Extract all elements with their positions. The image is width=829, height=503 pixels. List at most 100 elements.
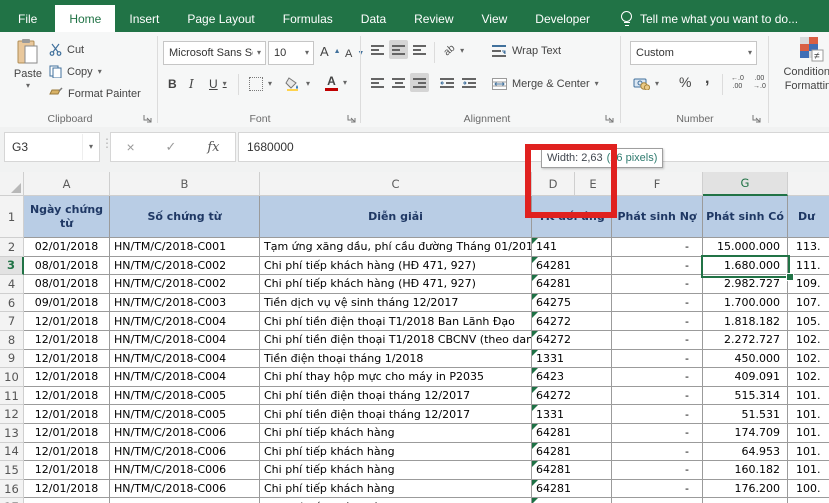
- cell-debit[interactable]: -: [612, 461, 703, 480]
- tab-formulas[interactable]: Formulas: [269, 5, 347, 32]
- tab-view[interactable]: View: [468, 5, 522, 32]
- cell-balance[interactable]: 102.: [788, 368, 829, 387]
- copy-button[interactable]: Copy ▾: [46, 61, 105, 82]
- row-header-15[interactable]: 15: [0, 461, 24, 480]
- cell-description[interactable]: Tiền dịch vụ vệ sinh tháng 12/2017: [260, 294, 532, 313]
- cell-date[interactable]: 12/01/2018: [24, 480, 110, 499]
- cell-credit[interactable]: 174.709: [703, 424, 788, 443]
- cell-date[interactable]: 12/01/2018: [24, 424, 110, 443]
- cell-debit[interactable]: -: [612, 312, 703, 331]
- cell-tk-account[interactable]: 64281: [532, 443, 612, 462]
- cell-balance[interactable]: 102.: [788, 350, 829, 369]
- decrease-indent-button[interactable]: [437, 73, 457, 94]
- cell-debit[interactable]: -: [612, 331, 703, 350]
- select-all-button[interactable]: [0, 172, 24, 196]
- cell-date[interactable]: 12/01/2018: [24, 461, 110, 480]
- cell-tk-account[interactable]: 64281: [532, 480, 612, 499]
- tab-review[interactable]: Review: [400, 5, 467, 32]
- grow-font-button[interactable]: A▲: [317, 41, 344, 62]
- cell-balance[interactable]: 101.: [788, 424, 829, 443]
- cut-button[interactable]: Cut: [46, 39, 87, 60]
- cell-credit[interactable]: 515.314: [703, 387, 788, 406]
- cell-debit[interactable]: -: [612, 350, 703, 369]
- align-left-button[interactable]: [368, 73, 387, 92]
- cell-debit[interactable]: -: [612, 424, 703, 443]
- cell-doc-number[interactable]: HN/TM/C/2018-C004: [110, 368, 260, 387]
- row-header-12[interactable]: 12: [0, 405, 24, 424]
- cell-tk-account[interactable]: 64272: [532, 387, 612, 406]
- cell-tk-account[interactable]: 64281: [532, 461, 612, 480]
- cell-date[interactable]: 12/01/2018: [24, 387, 110, 406]
- fill-handle[interactable]: [786, 273, 794, 281]
- cancel-button[interactable]: ×: [126, 139, 134, 155]
- percent-style-button[interactable]: %: [676, 71, 694, 92]
- align-bottom-button[interactable]: [410, 40, 429, 59]
- cell-credit[interactable]: 1.700.000: [703, 294, 788, 313]
- cell-balance[interactable]: 111.: [788, 257, 829, 276]
- cell-tk-account[interactable]: 1331: [532, 350, 612, 369]
- header-cell-a1[interactable]: Ngày chứng từ: [24, 196, 110, 238]
- cell-doc-number[interactable]: HN/TM/C/2018-C002: [110, 275, 260, 294]
- cell-doc-number[interactable]: HN/TM/C/2018-C003: [110, 294, 260, 313]
- cell-date[interactable]: 12/01/2018: [24, 443, 110, 462]
- column-header-F[interactable]: F: [612, 172, 703, 196]
- alignment-dialog-launcher[interactable]: [604, 113, 615, 124]
- cell-debit[interactable]: -: [612, 238, 703, 257]
- cell-credit[interactable]: 60.091: [703, 498, 788, 503]
- tab-data[interactable]: Data: [347, 5, 400, 32]
- cell-doc-number[interactable]: HN/TM/C/2018-C006: [110, 443, 260, 462]
- align-right-button[interactable]: [410, 73, 429, 92]
- bold-button[interactable]: B: [165, 73, 180, 94]
- cell-debit[interactable]: -: [612, 405, 703, 424]
- font-name-select[interactable]: Microsoft Sans Se ▾: [163, 41, 266, 65]
- cell-tk-account[interactable]: 64281: [532, 424, 612, 443]
- header-cell-f1[interactable]: Phát sinh Nợ: [612, 196, 703, 238]
- cell-credit[interactable]: 15.000.000: [703, 238, 788, 257]
- row-header-1[interactable]: 1: [0, 196, 24, 238]
- column-header-A[interactable]: A: [24, 172, 110, 196]
- cell-tk-account[interactable]: 6423: [532, 368, 612, 387]
- formula-input[interactable]: 1680000: [238, 132, 829, 162]
- cell-description[interactable]: Chi phí tiền điện thoại T1/2018 CBCNV (t…: [260, 331, 532, 350]
- clipboard-dialog-launcher[interactable]: [142, 113, 153, 124]
- cell-credit[interactable]: 2.272.727: [703, 331, 788, 350]
- row-header-11[interactable]: 11: [0, 387, 24, 406]
- cell-debit[interactable]: -: [612, 443, 703, 462]
- cell-tk-account[interactable]: 64281: [532, 257, 612, 276]
- cell-doc-number[interactable]: HN/TM/C/2018-C004: [110, 350, 260, 369]
- font-dialog-launcher[interactable]: [346, 113, 357, 124]
- column-header-D[interactable]: D: [532, 172, 575, 196]
- underline-button[interactable]: U▾: [206, 73, 230, 94]
- cell-credit[interactable]: 176.200: [703, 480, 788, 499]
- cell-credit[interactable]: 51.531: [703, 405, 788, 424]
- header-cell-c1[interactable]: Diễn giải: [260, 196, 532, 238]
- cell-doc-number[interactable]: HN/TM/C/2018-C005: [110, 405, 260, 424]
- cell-tk-account[interactable]: 1331: [532, 405, 612, 424]
- wrap-text-button[interactable]: Wrap Text: [489, 40, 564, 61]
- row-header-17[interactable]: 17: [0, 498, 24, 503]
- cell-balance[interactable]: 100.: [788, 498, 829, 503]
- cell-doc-number[interactable]: HN/TM/C/2018-C006: [110, 498, 260, 503]
- cell-debit[interactable]: -: [612, 275, 703, 294]
- format-painter-button[interactable]: Format Painter: [46, 83, 144, 104]
- comma-style-button[interactable]: ,: [702, 68, 712, 89]
- align-top-button[interactable]: [368, 40, 387, 59]
- row-header-8[interactable]: 8: [0, 331, 24, 350]
- align-middle-button[interactable]: [389, 40, 408, 59]
- cell-date[interactable]: 12/01/2018: [24, 498, 110, 503]
- cell-credit[interactable]: 409.091: [703, 368, 788, 387]
- row-header-7[interactable]: 7: [0, 312, 24, 331]
- cell-description[interactable]: Tạm ứng xăng dầu, phí cầu đường Tháng 01…: [260, 238, 532, 257]
- cell-debit[interactable]: -: [612, 387, 703, 406]
- row-header-14[interactable]: 14: [0, 443, 24, 462]
- name-box[interactable]: G3 ▾: [4, 132, 100, 162]
- cell-debit[interactable]: -: [612, 480, 703, 499]
- cell-credit[interactable]: 2.982.727: [703, 275, 788, 294]
- cell-tk-account[interactable]: 64272: [532, 312, 612, 331]
- cell-description[interactable]: Chi phí tiền điện thoại T1/2018 Ban Lãnh…: [260, 312, 532, 331]
- cell-date[interactable]: 12/01/2018: [24, 331, 110, 350]
- cell-description[interactable]: Chi phí tiền điện thoại tháng 12/2017: [260, 387, 532, 406]
- cell-description[interactable]: Chi phí tiếp khách hàng (HĐ 471, 927): [260, 257, 532, 276]
- font-color-button[interactable]: A ▾: [322, 72, 350, 93]
- cell-debit[interactable]: -: [612, 368, 703, 387]
